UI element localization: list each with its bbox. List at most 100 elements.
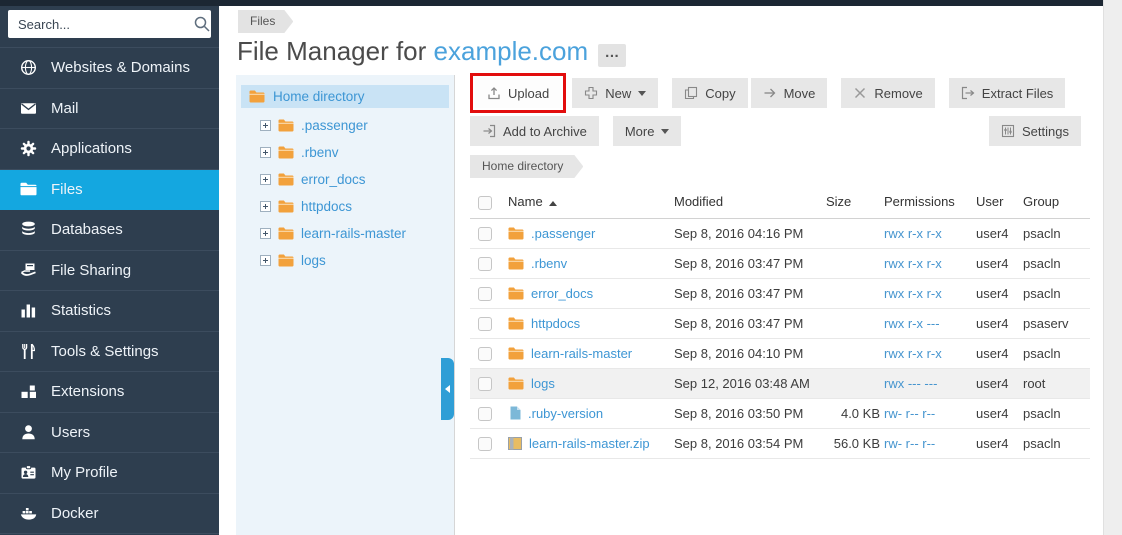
settings-button[interactable]: Settings xyxy=(989,116,1081,146)
search-icon[interactable] xyxy=(194,16,210,32)
group-cell: psacln xyxy=(1023,248,1090,278)
remove-button[interactable]: Remove xyxy=(841,78,934,108)
extract-files-button-label: Extract Files xyxy=(982,86,1054,101)
globe-icon xyxy=(19,59,38,76)
sidebar-item-label: Docker xyxy=(51,505,99,522)
expand-icon[interactable] xyxy=(260,228,271,239)
table-row: error_docs Sep 8, 2016 03:47 PM rwx r-x … xyxy=(470,278,1090,308)
user-cell: user4 xyxy=(976,248,1023,278)
sidebar-item-mail[interactable]: Mail xyxy=(0,89,219,130)
chevron-down-icon xyxy=(661,129,669,134)
row-checkbox[interactable] xyxy=(478,407,492,421)
sidebar-item-label: Tools & Settings xyxy=(51,343,159,360)
zip-file-icon xyxy=(508,437,522,450)
gear-icon xyxy=(19,140,38,157)
column-header-permissions[interactable]: Permissions xyxy=(884,188,976,218)
row-checkbox[interactable] xyxy=(478,287,492,301)
sidebar-item-label: Applications xyxy=(51,140,132,157)
row-checkbox[interactable] xyxy=(478,227,492,241)
file-link[interactable]: .rbenv xyxy=(531,256,567,271)
sidebar-item-statistics[interactable]: Statistics xyxy=(0,291,219,332)
sidebar-item-file-sharing[interactable]: File Sharing xyxy=(0,251,219,292)
permissions-link[interactable]: rwx r-x --- xyxy=(884,316,940,331)
tree-item-passenger[interactable]: .passenger xyxy=(236,112,454,139)
permissions-link[interactable]: rwx r-x r-x xyxy=(884,346,942,361)
permissions-link[interactable]: rw- r-- r-- xyxy=(884,436,935,451)
tree-item-learn-rails-master[interactable]: learn-rails-master xyxy=(236,220,454,247)
move-button[interactable]: Move xyxy=(751,78,828,108)
sidebar-item-extensions[interactable]: Extensions xyxy=(0,372,219,413)
scrollbar-track[interactable] xyxy=(1103,0,1122,535)
user-cell: user4 xyxy=(976,398,1023,428)
column-header-name[interactable]: Name xyxy=(508,188,674,218)
tree-collapse-handle[interactable] xyxy=(441,358,454,420)
select-all-checkbox[interactable] xyxy=(478,196,492,210)
permissions-link[interactable]: rwx r-x r-x xyxy=(884,256,942,271)
path-breadcrumb[interactable]: Home directory xyxy=(470,155,583,178)
search-input[interactable] xyxy=(18,17,194,32)
folder-icon xyxy=(278,227,294,240)
more-button[interactable]: More xyxy=(613,116,682,146)
file-link[interactable]: logs xyxy=(531,376,555,391)
upload-button[interactable]: Upload xyxy=(475,78,561,108)
sidebar-item-files[interactable]: Files xyxy=(0,170,219,211)
column-header-modified[interactable]: Modified xyxy=(674,188,826,218)
file-link[interactable]: httpdocs xyxy=(531,316,580,331)
sidebar-item-databases[interactable]: Databases xyxy=(0,210,219,251)
folder-icon xyxy=(278,119,294,132)
folder-icon xyxy=(19,181,38,198)
table-row: logs Sep 12, 2016 03:48 AM rwx --- --- u… xyxy=(470,368,1090,398)
search-box[interactable] xyxy=(8,10,211,38)
permissions-link[interactable]: rwx --- --- xyxy=(884,376,937,391)
more-button-label: More xyxy=(625,124,655,139)
column-header-size[interactable]: Size xyxy=(826,188,884,218)
archive-icon xyxy=(482,124,496,138)
row-checkbox[interactable] xyxy=(478,317,492,331)
sidebar-item-websites-domains[interactable]: Websites & Domains xyxy=(0,48,219,89)
file-link[interactable]: .ruby-version xyxy=(528,406,603,421)
copy-icon xyxy=(684,86,698,100)
permissions-link[interactable]: rwx r-x r-x xyxy=(884,226,942,241)
breadcrumb[interactable]: Files xyxy=(238,10,293,33)
expand-icon[interactable] xyxy=(260,120,271,131)
table-header-row: Name Modified Size Permissions User Grou… xyxy=(470,188,1090,218)
sidebar-item-my-profile[interactable]: My Profile xyxy=(0,453,219,494)
column-header-group[interactable]: Group xyxy=(1023,188,1090,218)
row-checkbox[interactable] xyxy=(478,377,492,391)
sidebar-item-applications[interactable]: Applications xyxy=(0,129,219,170)
more-actions-button[interactable]: ... xyxy=(598,44,626,67)
row-checkbox[interactable] xyxy=(478,257,492,271)
tree-item-logs[interactable]: logs xyxy=(236,247,454,274)
add-to-archive-button[interactable]: Add to Archive xyxy=(470,116,599,146)
expand-icon[interactable] xyxy=(260,201,271,212)
expand-icon[interactable] xyxy=(260,255,271,266)
table-row: .ruby-version Sep 8, 2016 03:50 PM 4.0 K… xyxy=(470,398,1090,428)
copy-button[interactable]: Copy xyxy=(672,78,747,108)
file-link[interactable]: error_docs xyxy=(531,286,593,301)
row-checkbox[interactable] xyxy=(478,437,492,451)
new-button[interactable]: New xyxy=(572,78,658,108)
sidebar-item-users[interactable]: Users xyxy=(0,413,219,454)
main-content: Files File Manager for example.com... Ho… xyxy=(219,0,1103,535)
sidebar-item-tools-settings[interactable]: Tools & Settings xyxy=(0,332,219,373)
docker-icon xyxy=(19,505,38,522)
sidebar-item-label: Websites & Domains xyxy=(51,59,190,76)
extract-files-button[interactable]: Extract Files xyxy=(949,78,1066,108)
mail-icon xyxy=(19,100,38,117)
column-header-user[interactable]: User xyxy=(976,188,1023,218)
tree-item-home-directory[interactable]: Home directory xyxy=(241,85,449,108)
bar-chart-icon xyxy=(19,302,38,319)
row-checkbox[interactable] xyxy=(478,347,492,361)
expand-icon[interactable] xyxy=(260,147,271,158)
permissions-link[interactable]: rwx r-x r-x xyxy=(884,286,942,301)
tree-item-rbenv[interactable]: .rbenv xyxy=(236,139,454,166)
expand-icon[interactable] xyxy=(260,174,271,185)
file-link[interactable]: .passenger xyxy=(531,226,595,241)
file-link[interactable]: learn-rails-master.zip xyxy=(529,436,650,451)
tree-item-httpdocs[interactable]: httpdocs xyxy=(236,193,454,220)
domain-link[interactable]: example.com xyxy=(434,36,589,66)
tree-item-error-docs[interactable]: error_docs xyxy=(236,166,454,193)
sidebar-item-docker[interactable]: Docker xyxy=(0,494,219,535)
file-link[interactable]: learn-rails-master xyxy=(531,346,632,361)
permissions-link[interactable]: rw- r-- r-- xyxy=(884,406,935,421)
